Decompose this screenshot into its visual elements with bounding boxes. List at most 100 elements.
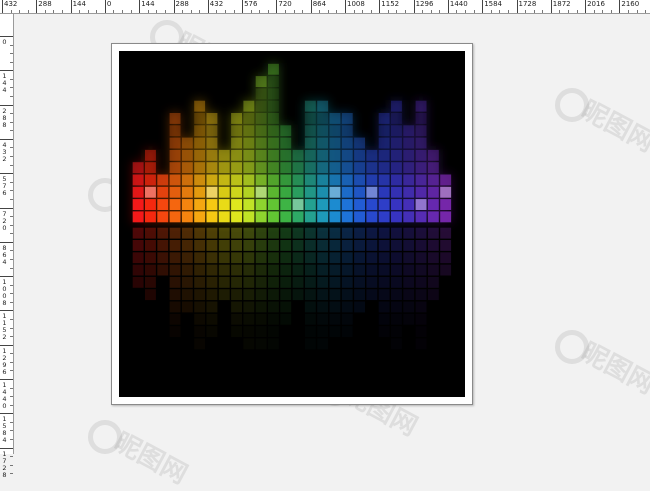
reflection-cell: [317, 227, 329, 239]
equalizer-cell: [181, 162, 193, 174]
equalizer-cell: [354, 137, 365, 149]
equalizer-cell: [243, 149, 255, 161]
reflection-cell: [243, 227, 255, 239]
ruler-minor-tick: [87, 10, 89, 13]
top-ruler-label: 720: [278, 0, 292, 8]
reflection-cell: [145, 227, 156, 239]
equalizer-cell: [354, 211, 365, 223]
reflection-cell: [280, 227, 292, 239]
equalizer-cell: [341, 113, 353, 124]
left-ruler-label: 720: [2, 209, 7, 232]
watermark-text: 昵图网: [576, 337, 650, 401]
equalizer-cell: [268, 100, 279, 112]
reflection-cell: [292, 227, 304, 239]
reflection-cell: [280, 313, 292, 325]
document-canvas[interactable]: [111, 43, 473, 405]
reflection-cell: [132, 264, 144, 276]
equalizer-cell: [329, 113, 341, 124]
equalizer-cell: [243, 199, 255, 210]
reflection-cell: [145, 289, 156, 301]
equalizer-cell: [341, 211, 353, 223]
equalizer-cell: [415, 125, 427, 137]
ruler-minor-tick: [559, 10, 561, 13]
equalizer-cell: [255, 100, 267, 112]
equalizer-cell: [194, 149, 206, 161]
ruler-major-tick: [0, 379, 13, 380]
ruler-minor-tick: [336, 10, 338, 13]
equalizer-cell: [280, 174, 292, 186]
equalizer-cell: [268, 199, 279, 210]
reflection-cell: [317, 289, 329, 301]
equalizer-cell: [157, 199, 169, 210]
equalizer-cell: [243, 137, 255, 149]
ruler-minor-tick: [10, 301, 13, 303]
reflection-cell: [354, 240, 365, 251]
ruler-minor-tick: [542, 10, 544, 13]
equalizer-cell: [427, 186, 439, 198]
ruler-minor-tick: [10, 130, 13, 132]
equalizer-cell: [268, 149, 279, 161]
equalizer-cell: [391, 137, 402, 149]
equalizer-cell: [194, 199, 206, 210]
left-ruler-label: 1152: [2, 312, 7, 342]
reflection-cell: [231, 301, 242, 313]
ruler-minor-tick: [10, 53, 13, 55]
equalizer-cell: [415, 186, 427, 198]
reflection-cell: [206, 313, 218, 325]
ruler-minor-tick: [10, 61, 13, 63]
equalizer-cell: [194, 137, 206, 149]
ruler-minor-tick: [199, 10, 201, 13]
equalizer-cell: [304, 137, 316, 149]
reflection-cell: [157, 240, 169, 251]
equalizer-cell: [231, 113, 242, 124]
top-ruler-label: 1152: [381, 0, 400, 8]
equalizer-cell: [255, 174, 267, 186]
ruler-minor-tick: [10, 318, 13, 320]
left-ruler[interactable]: 0 144 288 432 576 720 864 1008 1152 1296 1440 1584 1…: [0, 14, 14, 478]
equalizer-cell: [415, 174, 427, 186]
equalizer-artwork: [119, 51, 465, 397]
reflection-cell: [194, 301, 206, 313]
equalizer-cell: [268, 211, 279, 223]
ruler-minor-tick: [156, 10, 158, 13]
reflection-cell: [206, 289, 218, 301]
equalizer-cell: [181, 149, 193, 161]
equalizer-cell: [341, 186, 353, 198]
equalizer-cell: [440, 211, 452, 223]
reflection-cell: [268, 338, 279, 349]
ruler-minor-tick: [396, 10, 398, 13]
reflection-cell: [403, 227, 415, 239]
equalizer-cell: [317, 199, 329, 210]
highlight-cell: [440, 186, 452, 198]
equalizer-cell: [341, 149, 353, 161]
reflection-cell: [317, 252, 329, 264]
reflection-cell: [304, 240, 316, 251]
reflection-cell: [231, 289, 242, 301]
reflection-cell: [329, 289, 341, 301]
reflection-cell: [403, 252, 415, 264]
ruler-minor-tick: [370, 10, 372, 13]
ruler-minor-tick: [10, 439, 13, 441]
ruler-major-tick: [0, 241, 13, 243]
reflection-cell: [268, 289, 279, 301]
reflection-cell: [366, 240, 378, 251]
reflection-cell: [304, 301, 316, 313]
reflection-cell: [378, 289, 390, 301]
ruler-major-tick: [0, 276, 13, 278]
reflection-cell: [391, 313, 402, 325]
equalizer-cell: [145, 199, 156, 210]
top-ruler[interactable]: 432 288 144 0 144 288 432 576 720 864 1008 1152 1296…: [0, 0, 650, 14]
equalizer-cell: [268, 125, 279, 137]
equalizer-cell: [391, 100, 402, 112]
equalizer-cell: [268, 174, 279, 186]
reflection-cell: [157, 252, 169, 264]
reflection-cell: [231, 326, 242, 337]
equalizer-cell: [243, 100, 255, 112]
reflection-cell: [341, 240, 353, 251]
reflection-cell: [194, 252, 206, 264]
reflection-cell: [218, 289, 230, 301]
reflection-cell: [157, 264, 169, 276]
reflection-cell: [268, 276, 279, 288]
reflection-cell: [255, 276, 267, 288]
equalizer-cell: [329, 149, 341, 161]
